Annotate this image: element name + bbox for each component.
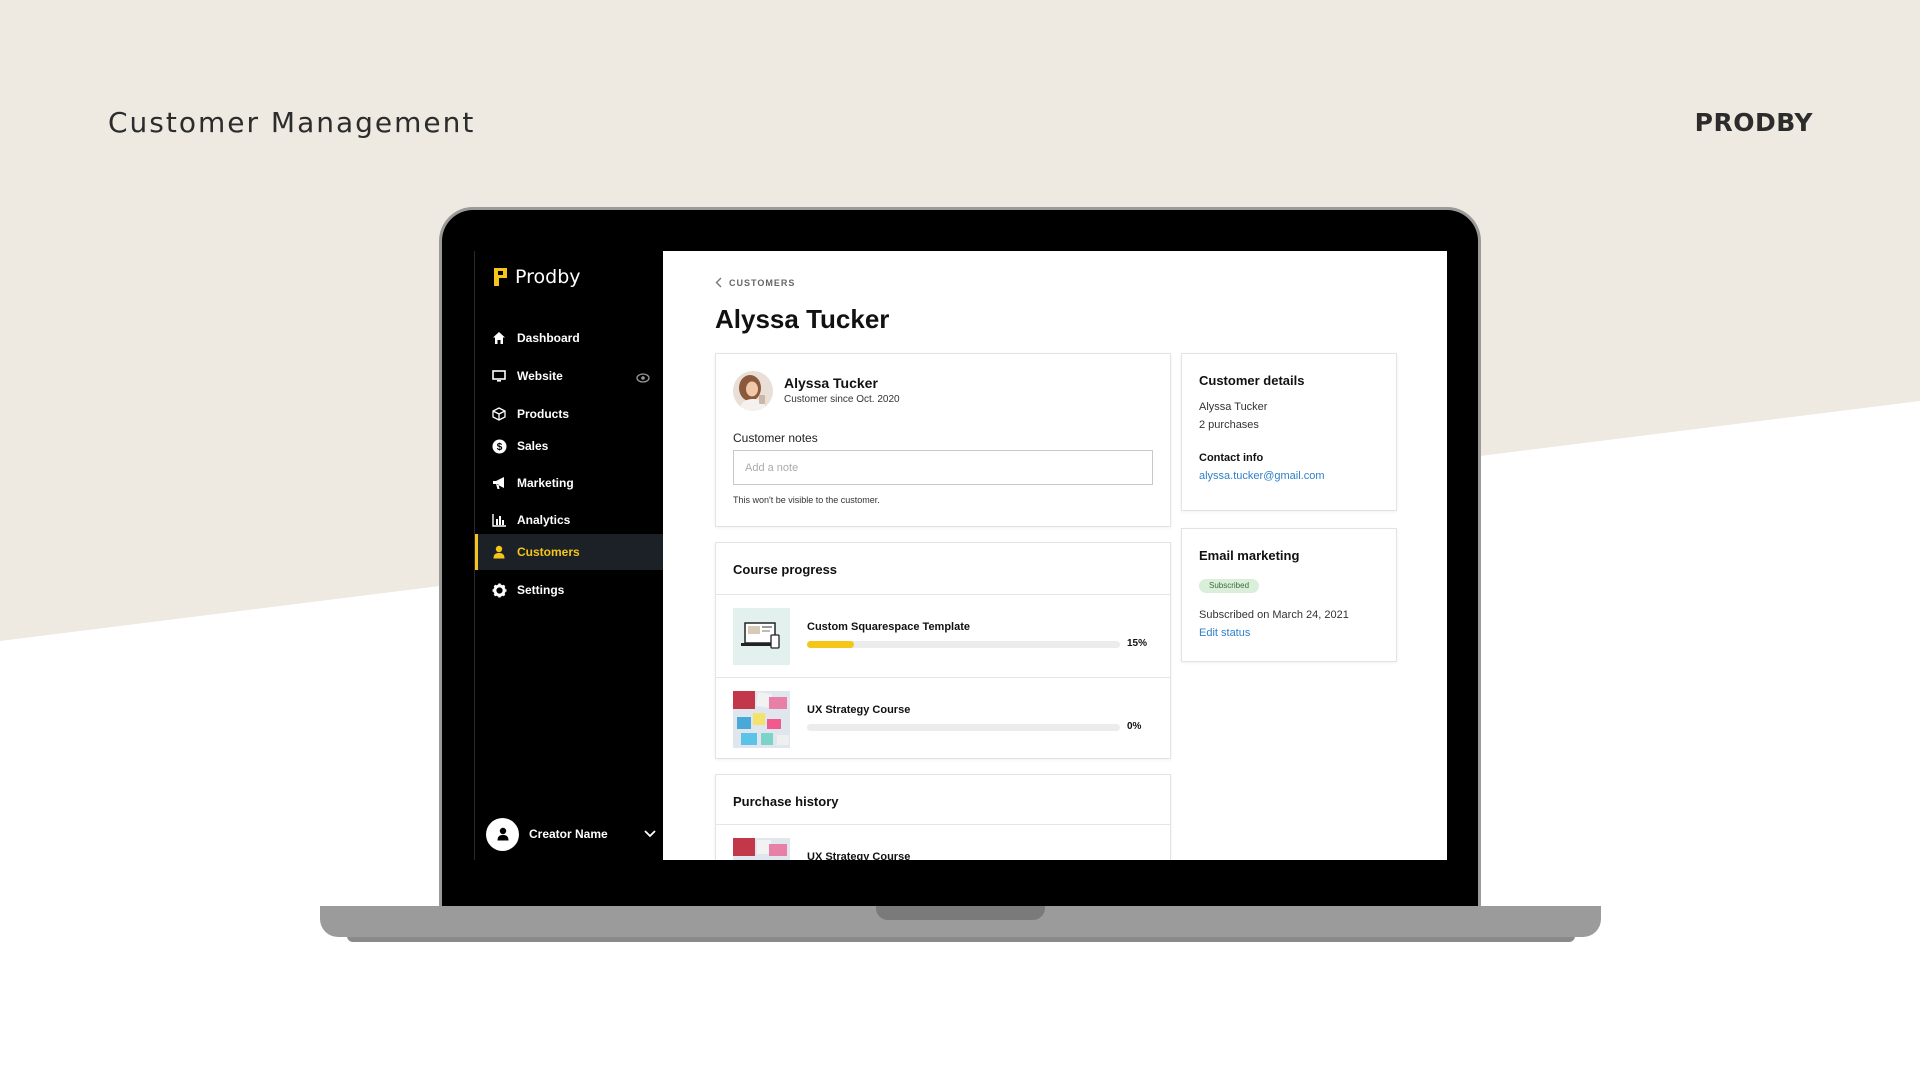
box-icon	[491, 406, 507, 422]
sidebar-item-marketing[interactable]: Marketing	[475, 465, 664, 501]
user-icon	[491, 544, 507, 560]
course-row[interactable]: Custom Squarespace Template 15%	[716, 595, 1170, 677]
breadcrumb-label: CUSTOMERS	[729, 277, 796, 288]
progress-percent: 0%	[1127, 721, 1142, 732]
sidebar-item-customers[interactable]: Customers	[475, 534, 664, 570]
slide-title: Customer Management	[108, 106, 476, 139]
logo-mark-icon	[494, 268, 507, 286]
app-logo[interactable]: Prodby	[492, 266, 581, 288]
progress-percent: 15%	[1127, 638, 1148, 649]
chevron-down-icon[interactable]	[644, 830, 656, 838]
home-icon	[491, 330, 507, 346]
notes-label: Customer notes	[733, 431, 818, 445]
course-name: UX Strategy Course	[807, 704, 911, 716]
customer-since: Customer since Oct. 2020	[784, 394, 900, 405]
email-link[interactable]: alyssa.tucker@gmail.com	[1199, 470, 1324, 482]
course-row[interactable]: UX Strategy Course 0%	[716, 678, 1170, 760]
course-progress-card: Course progress Custom Squarespace Templ…	[715, 542, 1171, 759]
sidebar-item-label: Dashboard	[517, 331, 580, 345]
sidebar-item-label: Products	[517, 407, 570, 421]
purchase-row[interactable]: UX Strategy Course	[716, 825, 1170, 860]
customer-details-card: Customer details Alyssa Tucker 2 purchas…	[1181, 353, 1397, 511]
course-name: Custom Squarespace Template	[807, 621, 971, 633]
sidebar-item-label: Sales	[517, 439, 549, 453]
customer-notes-input[interactable]	[733, 450, 1153, 485]
page-title: Alyssa Tucker	[715, 304, 890, 334]
sidebar-item-products[interactable]: Products	[475, 396, 664, 432]
subscribed-date: Subscribed on March 24, 2021	[1199, 609, 1349, 621]
contact-info-title: Contact info	[1199, 452, 1264, 464]
purchase-thumbnail	[733, 838, 790, 860]
logo-text: Prodby	[515, 266, 581, 288]
laptop-notch	[876, 906, 1045, 920]
progress-bar	[807, 724, 1120, 731]
purchase-history-title: Purchase history	[733, 794, 839, 809]
progress-fill	[807, 641, 854, 648]
sidebar-item-website[interactable]: Website	[475, 358, 664, 394]
gear-icon	[491, 582, 507, 598]
monitor-icon	[491, 368, 507, 384]
user-icon	[497, 827, 508, 841]
sidebar-item-label: Customers	[517, 545, 580, 559]
edit-status-link[interactable]: Edit status	[1199, 627, 1250, 639]
course-progress-title: Course progress	[733, 562, 838, 577]
megaphone-icon	[491, 475, 507, 491]
sidebar-item-label: Settings	[517, 583, 565, 597]
bar-chart-icon	[491, 512, 507, 528]
course-thumbnail	[733, 608, 790, 665]
customer-profile-card: Alyssa Tucker Customer since Oct. 2020 C…	[715, 353, 1171, 527]
app-screen: Prodby Dashboard Website Products $ Sale…	[474, 251, 1447, 860]
account-menu[interactable]: Creator Name	[486, 817, 656, 851]
notes-hint: This won't be visible to the customer.	[733, 495, 880, 505]
sidebar-item-sales[interactable]: $ Sales	[475, 428, 664, 464]
sidebar: Prodby Dashboard Website Products $ Sale…	[474, 251, 664, 860]
status-badge: Subscribed	[1199, 579, 1260, 593]
sidebar-item-dashboard[interactable]: Dashboard	[475, 320, 664, 356]
sidebar-item-label: Marketing	[517, 476, 574, 490]
dollar-icon: $	[491, 438, 507, 454]
customer-avatar	[733, 371, 773, 411]
progress-bar	[807, 641, 1120, 648]
customer-name: Alyssa Tucker	[784, 375, 878, 391]
svg-text:$: $	[496, 442, 502, 453]
sidebar-item-label: Website	[517, 369, 563, 383]
sidebar-item-label: Analytics	[517, 513, 571, 527]
sidebar-item-analytics[interactable]: Analytics	[475, 502, 664, 538]
details-name: Alyssa Tucker	[1199, 401, 1268, 413]
avatar	[486, 817, 519, 851]
customer-details-title: Customer details	[1199, 373, 1305, 388]
details-purchases: 2 purchases	[1199, 419, 1259, 431]
sidebar-item-settings[interactable]: Settings	[475, 572, 664, 608]
eye-icon[interactable]	[636, 370, 650, 388]
brand-wordmark: PRODBY	[1694, 108, 1813, 137]
main-content: CUSTOMERS Alyssa Tucker Alyssa Tucker Cu…	[663, 251, 1447, 860]
breadcrumb[interactable]: CUSTOMERS	[715, 277, 795, 288]
email-marketing-card: Email marketing Subscribed Subscribed on…	[1181, 528, 1397, 662]
email-marketing-title: Email marketing	[1199, 548, 1300, 563]
chevron-left-icon	[715, 277, 722, 288]
course-thumbnail	[733, 691, 790, 748]
user-name: Creator Name	[529, 827, 608, 841]
purchase-history-card: Purchase history UX Strategy Course	[715, 774, 1171, 860]
purchase-name: UX Strategy Course	[807, 851, 911, 860]
